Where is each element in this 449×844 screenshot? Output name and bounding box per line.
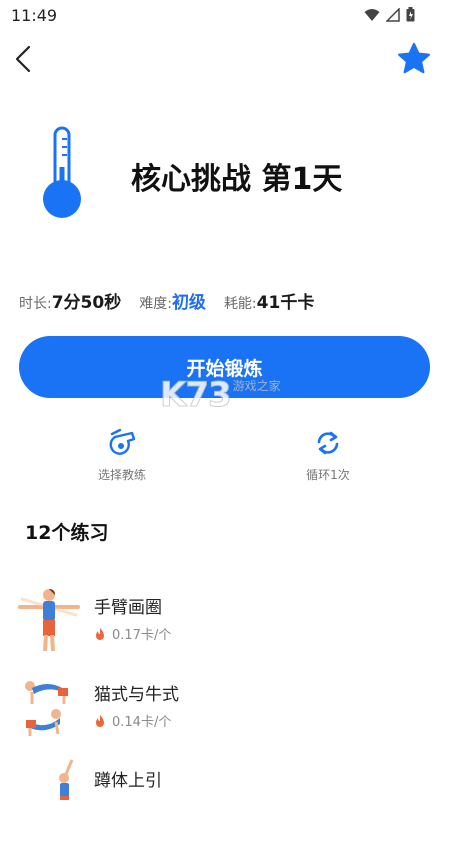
- workout-title: 核心挑战 第1天: [131, 162, 343, 197]
- exercise-calories: 0.17卡/个: [112, 628, 172, 643]
- exercise-image: [59, 759, 74, 800]
- flame-icon: [96, 714, 104, 727]
- repeat-icon: [317, 431, 339, 455]
- back-button[interactable]: [8, 40, 44, 76]
- exercise-name: 手臂画圈: [94, 598, 162, 618]
- difficulty-value: 初级: [171, 293, 206, 313]
- exercise-item[interactable]: 猫式与牛式 0.14卡/个: [0, 672, 449, 758]
- duration-value: 7分50秒: [51, 293, 122, 313]
- exercise-meta: 0.14卡/个: [94, 711, 171, 730]
- watermark-sub: 游戏之家: [232, 379, 281, 393]
- workout-stats: 时长: 7分50秒 难度: 初级 耗能: 41千卡: [19, 288, 332, 313]
- status-icons: [364, 7, 415, 22]
- wifi-icon: [364, 8, 380, 21]
- duration-label: 时长:: [19, 296, 52, 312]
- exercise-name: 猫式与牛式: [94, 685, 179, 705]
- favorite-button[interactable]: [395, 40, 433, 78]
- whistle-icon: [109, 428, 136, 455]
- loop-button[interactable]: 循环1次: [278, 428, 378, 483]
- chevron-left-icon: [15, 45, 31, 73]
- status-bar: 11:49: [0, 0, 449, 30]
- calories-value: 41千卡: [256, 293, 315, 313]
- watermark-logo: K73: [160, 375, 233, 415]
- choose-coach-label: 选择教练: [97, 468, 146, 482]
- calories-label: 耗能:: [223, 296, 257, 312]
- exercises-title: 12个练习: [25, 522, 109, 544]
- battery-icon: [406, 7, 415, 22]
- exercise-item[interactable]: 手臂画圈 0.17卡/个: [0, 585, 449, 671]
- loop-label: 循环1次: [306, 468, 350, 482]
- exercise-image: [25, 681, 68, 736]
- exercise-calories: 0.14卡/个: [112, 715, 172, 730]
- choose-coach-button[interactable]: 选择教练: [72, 428, 172, 483]
- exercise-item[interactable]: 蹲体上引: [0, 758, 449, 844]
- status-time: 11:49: [11, 6, 58, 25]
- exercise-image: [18, 589, 80, 652]
- signal-icon: [386, 7, 400, 22]
- exercise-meta: 0.17卡/个: [94, 624, 171, 643]
- thermometer-icon: [38, 125, 88, 221]
- flame-icon: [96, 627, 104, 640]
- star-icon: [398, 42, 430, 74]
- exercise-name: 蹲体上引: [94, 771, 162, 791]
- difficulty-label: 难度:: [139, 296, 172, 312]
- watermark: K73 游戏之家: [160, 375, 281, 415]
